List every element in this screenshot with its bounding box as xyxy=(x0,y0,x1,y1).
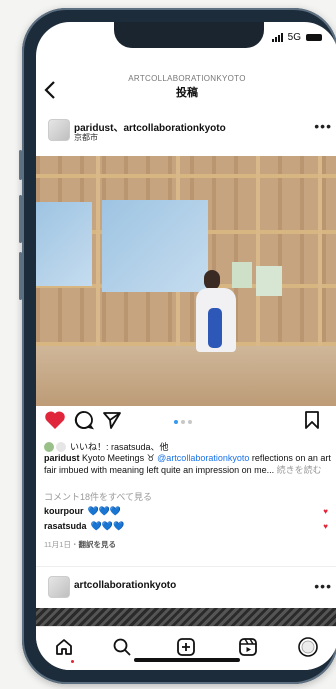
add-icon xyxy=(177,638,195,656)
figure-head xyxy=(204,270,220,290)
comment-like-icon[interactable]: ♥ xyxy=(323,522,328,531)
view-all-comments-link[interactable]: コメント18件をすべて見る xyxy=(44,490,152,503)
more-icon[interactable]: ••• xyxy=(314,118,332,134)
action-bar xyxy=(36,410,336,436)
artwork-canvas xyxy=(256,266,282,296)
comment-username[interactable]: rasatsuda xyxy=(44,521,87,531)
artwork-canvas xyxy=(102,200,208,292)
battery-icon xyxy=(306,34,322,41)
photo-beam xyxy=(36,174,336,178)
carousel-dot xyxy=(188,420,192,424)
bookmark-icon xyxy=(305,411,319,429)
artwork-canvas xyxy=(36,202,92,286)
photo-beam xyxy=(318,156,322,352)
comment-username[interactable]: kourpour xyxy=(44,506,84,516)
reels-icon xyxy=(239,638,257,656)
comment-text: 💙💙💙 xyxy=(87,506,122,516)
carousel-dot xyxy=(174,420,178,424)
carousel-dot xyxy=(181,420,185,424)
avatar[interactable] xyxy=(48,119,70,141)
next-post-username[interactable]: artcollaborationkyoto xyxy=(74,580,176,591)
photo-beam xyxy=(256,156,260,352)
save-button[interactable] xyxy=(304,410,320,436)
post-photo[interactable] xyxy=(36,156,336,406)
notch xyxy=(114,22,264,48)
divider xyxy=(36,566,336,567)
network-label: 5G xyxy=(287,32,301,43)
post-location[interactable]: 京都市 xyxy=(74,132,98,143)
caption-username[interactable]: paridust xyxy=(44,453,80,463)
carousel-indicator xyxy=(174,420,192,424)
read-more-link[interactable]: 続きを読む xyxy=(277,465,322,475)
share-button[interactable] xyxy=(102,410,122,436)
caption-icon: ♉ xyxy=(146,453,155,463)
comment-like-icon[interactable]: ♥ xyxy=(323,507,328,516)
home-indicator xyxy=(134,658,240,662)
signal-icon xyxy=(271,33,283,42)
tab-home[interactable] xyxy=(52,635,76,659)
home-icon xyxy=(56,639,72,655)
tab-search[interactable] xyxy=(110,635,134,659)
like-button[interactable] xyxy=(44,410,66,436)
search-icon xyxy=(113,638,131,656)
page-title: 投稿 xyxy=(176,87,198,99)
figure-sash xyxy=(208,308,222,348)
header-account: ARTCOLLABORATIONKYOTO xyxy=(128,74,246,83)
likes-summary[interactable]: いいね！: rasatsuda、他 xyxy=(44,440,169,453)
tab-create[interactable] xyxy=(174,635,198,659)
liker-avatar xyxy=(56,441,66,452)
avatar[interactable] xyxy=(48,576,70,598)
liker-avatar xyxy=(44,441,54,452)
caption-text: Kyoto Meetings xyxy=(82,453,147,463)
tab-profile[interactable] xyxy=(296,635,320,659)
comment-button[interactable] xyxy=(74,410,95,436)
notification-dot xyxy=(71,660,74,663)
date-text: 11月1日・ xyxy=(44,540,79,549)
phone-screen: 5G ARTCOLLABORATIONKYOTO 投稿 paridust、art… xyxy=(36,22,336,670)
likes-text: いいね！: rasatsuda、他 xyxy=(70,442,169,452)
comment-text: 💙💙💙 xyxy=(90,521,125,531)
caption-mention[interactable]: @artcollaborationkyoto xyxy=(157,453,249,463)
profile-icon xyxy=(298,637,318,657)
artwork-canvas xyxy=(232,262,252,288)
send-icon xyxy=(103,412,121,429)
tab-reels[interactable] xyxy=(236,635,260,659)
comment-icon xyxy=(74,411,95,430)
page-header: ARTCOLLABORATIONKYOTO 投稿 xyxy=(36,74,336,100)
phone-frame: 5G ARTCOLLABORATIONKYOTO 投稿 paridust、art… xyxy=(22,8,336,684)
next-post-photo[interactable] xyxy=(36,608,336,626)
photo-beam xyxy=(96,156,100,352)
photo-floor xyxy=(36,346,336,406)
next-post-header: artcollaborationkyoto ••• xyxy=(44,574,334,604)
heart-icon xyxy=(45,411,65,429)
post-date: 11月1日・翻訳を見る xyxy=(44,539,116,550)
post-caption: paridust Kyoto Meetings ♉ @artcollaborat… xyxy=(44,453,334,476)
translate-link[interactable]: 翻訳を見る xyxy=(78,540,116,549)
status-bar: 5G xyxy=(271,32,322,43)
post-header: paridust、artcollaborationkyoto 京都市 ••• xyxy=(44,118,334,150)
tab-bar xyxy=(36,626,336,670)
more-icon[interactable]: ••• xyxy=(314,578,332,594)
comment-item: kourpour 💙💙💙 ♥ xyxy=(44,506,328,517)
comment-item: rasatsuda 💙💙💙 ♥ xyxy=(44,521,328,532)
